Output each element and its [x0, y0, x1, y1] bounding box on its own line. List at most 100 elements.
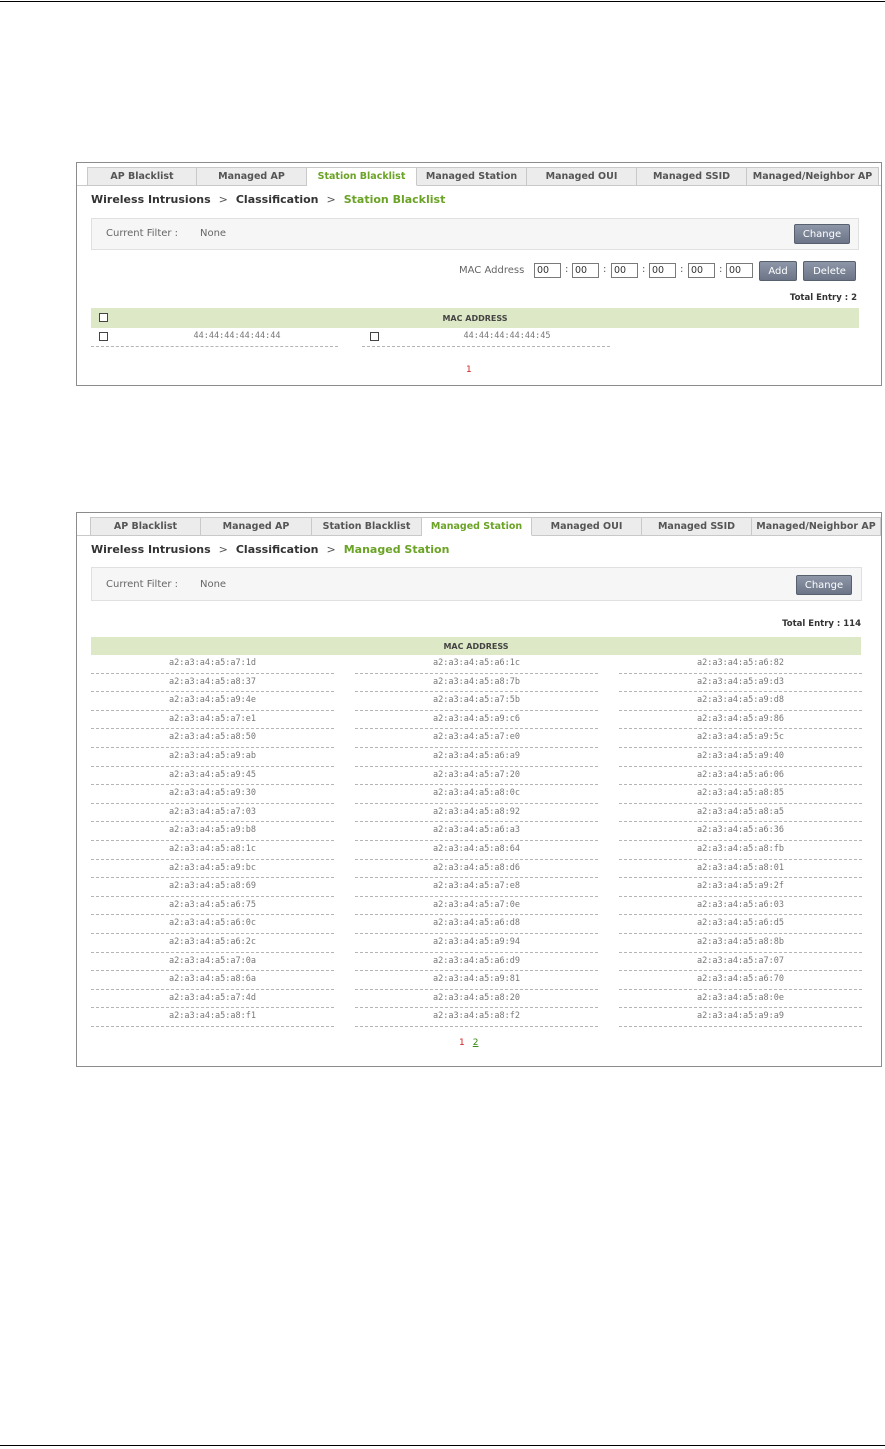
mac-octet-5-input[interactable]: 00: [688, 263, 715, 278]
mac-entry: a2:a3:a4:a5:a8:01: [619, 860, 862, 879]
row-checkbox[interactable]: [99, 332, 108, 341]
mac-separator: :: [565, 264, 569, 275]
mac-entry: a2:a3:a4:a5:a8:85: [619, 785, 862, 804]
managed-station-panel: AP Blacklist Managed AP Station Blacklis…: [76, 512, 882, 1067]
breadcrumb-current: Managed Station: [343, 543, 450, 556]
mac-octet-3-input[interactable]: 00: [611, 263, 638, 278]
tab-managed-oui[interactable]: Managed OUI: [527, 167, 637, 186]
tab-station-blacklist[interactable]: Station Blacklist: [312, 517, 422, 536]
mac-entry: a2:a3:a4:a5:a8:20: [355, 990, 598, 1009]
mac-entry: a2:a3:a4:a5:a7:07: [619, 953, 862, 972]
breadcrumb: Wireless Intrusions > Classification > Stati…: [91, 193, 445, 206]
mac-entry: a2:a3:a4:a5:a9:a9: [619, 1008, 862, 1027]
mac-entry: a2:a3:a4:a5:a8:64: [355, 841, 598, 860]
mac-entry: a2:a3:a4:a5:a9:40: [619, 748, 862, 767]
mac-entry: 44:44:44:44:44:45: [463, 331, 551, 341]
mac-entry: a2:a3:a4:a5:a7:1d: [91, 655, 334, 674]
mac-entry: a2:a3:a4:a5:a8:69: [91, 878, 334, 897]
mac-entry: a2:a3:a4:a5:a8:0c: [355, 785, 598, 804]
current-filter-value: None: [200, 228, 227, 239]
mac-entry: a2:a3:a4:a5:a9:ab: [91, 748, 334, 767]
breadcrumb-wireless-intrusions[interactable]: Wireless Intrusions: [91, 543, 211, 556]
mac-entry: a2:a3:a4:a5:a7:5b: [355, 692, 598, 711]
tab-managed-ssid[interactable]: Managed SSID: [642, 517, 752, 536]
mac-entry: a2:a3:a4:a5:a8:f2: [355, 1008, 598, 1027]
change-filter-button[interactable]: Change: [796, 575, 852, 595]
mac-entry: a2:a3:a4:a5:a8:7b: [355, 674, 598, 693]
tab-managed-ssid[interactable]: Managed SSID: [637, 167, 747, 186]
breadcrumb-separator: >: [326, 193, 336, 206]
mac-entry: a2:a3:a4:a5:a8:fb: [619, 841, 862, 860]
current-filter-value: None: [200, 579, 227, 590]
mac-entry: a2:a3:a4:a5:a6:03: [619, 897, 862, 916]
mac-entry: a2:a3:a4:a5:a6:06: [619, 767, 862, 786]
mac-entry: a2:a3:a4:a5:a6:a3: [355, 822, 598, 841]
mac-separator: :: [680, 264, 684, 275]
add-mac-button[interactable]: Add: [759, 261, 797, 281]
mac-entry: a2:a3:a4:a5:a7:e1: [91, 711, 334, 730]
mac-entry: a2:a3:a4:a5:a9:4e: [91, 692, 334, 711]
mac-entry: a2:a3:a4:a5:a9:d8: [619, 692, 862, 711]
mac-octet-1-input[interactable]: 00: [534, 263, 561, 278]
tab-managed-oui[interactable]: Managed OUI: [532, 517, 642, 536]
mac-address-label: MAC Address: [459, 265, 525, 276]
tab-ap-blacklist[interactable]: AP Blacklist: [87, 167, 197, 186]
breadcrumb-classification[interactable]: Classification: [236, 543, 319, 556]
mac-entry: a2:a3:a4:a5:a7:03: [91, 804, 334, 823]
mac-entry: a2:a3:a4:a5:a8:0e: [619, 990, 862, 1009]
mac-entry: a2:a3:a4:a5:a6:0c: [91, 915, 334, 934]
tab-managed-station[interactable]: Managed Station: [422, 517, 532, 536]
mac-entry: a2:a3:a4:a5:a9:5c: [619, 729, 862, 748]
mac-octet-4-input[interactable]: 00: [649, 263, 676, 278]
breadcrumb-wireless-intrusions[interactable]: Wireless Intrusions: [91, 193, 211, 206]
mac-entry: a2:a3:a4:a5:a6:36: [619, 822, 862, 841]
mac-entry: a2:a3:a4:a5:a9:c6: [355, 711, 598, 730]
tab-ap-blacklist[interactable]: AP Blacklist: [90, 517, 201, 536]
mac-entry: a2:a3:a4:a5:a6:2c: [91, 934, 334, 953]
mac-entry: a2:a3:a4:a5:a7:e0: [355, 729, 598, 748]
total-entry-count: Total Entry : 114: [782, 619, 861, 629]
row-checkbox[interactable]: [370, 332, 379, 341]
mac-entry: a2:a3:a4:a5:a9:b8: [91, 822, 334, 841]
mac-entry: a2:a3:a4:a5:a8:a5: [619, 804, 862, 823]
tab-station-blacklist[interactable]: Station Blacklist: [307, 167, 417, 186]
breadcrumb-classification[interactable]: Classification: [236, 193, 319, 206]
station-blacklist-panel: AP Blacklist Managed AP Station Blacklis…: [76, 162, 882, 386]
mac-entry: a2:a3:a4:a5:a7:20: [355, 767, 598, 786]
select-all-checkbox[interactable]: [99, 313, 108, 322]
tab-bar: AP Blacklist Managed AP Station Blacklis…: [90, 517, 881, 536]
current-filter-bar: Current Filter : None Change: [91, 567, 862, 601]
mac-entry: a2:a3:a4:a5:a8:92: [355, 804, 598, 823]
tab-managed-ap[interactable]: Managed AP: [197, 167, 307, 186]
current-filter-bar: Current Filter : None Change: [91, 218, 859, 250]
mac-entry: a2:a3:a4:a5:a6:1c: [355, 655, 598, 674]
mac-entry: a2:a3:a4:a5:a6:d5: [619, 915, 862, 934]
change-filter-button[interactable]: Change: [794, 224, 850, 244]
mac-address-table-header: MAC ADDRESS: [91, 637, 861, 655]
tab-managed-station[interactable]: Managed Station: [417, 167, 527, 186]
breadcrumb-current: Station Blacklist: [343, 193, 446, 206]
mac-octet-2-input[interactable]: 00: [572, 263, 599, 278]
mac-entry: a2:a3:a4:a5:a8:6a: [91, 971, 334, 990]
mac-entry: a2:a3:a4:a5:a6:a9: [355, 748, 598, 767]
total-entry-count: Total Entry : 2: [789, 293, 857, 303]
mac-entry: a2:a3:a4:a5:a6:82: [619, 655, 862, 674]
page-top-rule: [0, 1, 885, 2]
breadcrumb-separator: >: [218, 193, 228, 206]
mac-address-header-label: MAC ADDRESS: [442, 313, 508, 323]
breadcrumb-separator: >: [326, 543, 336, 556]
delete-mac-button[interactable]: Delete: [803, 261, 856, 281]
mac-octet-6-input[interactable]: 00: [726, 263, 753, 278]
current-filter-label: Current Filter :: [106, 579, 179, 590]
tab-managed-neighbor-ap[interactable]: Managed/Neighbor AP: [747, 167, 879, 186]
mac-entry: a2:a3:a4:a5:a9:30: [91, 785, 334, 804]
tab-managed-ap[interactable]: Managed AP: [201, 517, 312, 536]
mac-entry: a2:a3:a4:a5:a6:d9: [355, 953, 598, 972]
mac-entry: a2:a3:a4:a5:a8:37: [91, 674, 334, 693]
mac-entry: a2:a3:a4:a5:a9:d3: [619, 674, 862, 693]
mac-entry: a2:a3:a4:a5:a8:d6: [355, 860, 598, 879]
mac-entry: a2:a3:a4:a5:a8:f1: [91, 1008, 334, 1027]
tab-managed-neighbor-ap[interactable]: Managed/Neighbor AP: [752, 517, 881, 536]
page-link-2[interactable]: 2: [473, 1038, 479, 1048]
current-filter-label: Current Filter :: [106, 228, 179, 239]
